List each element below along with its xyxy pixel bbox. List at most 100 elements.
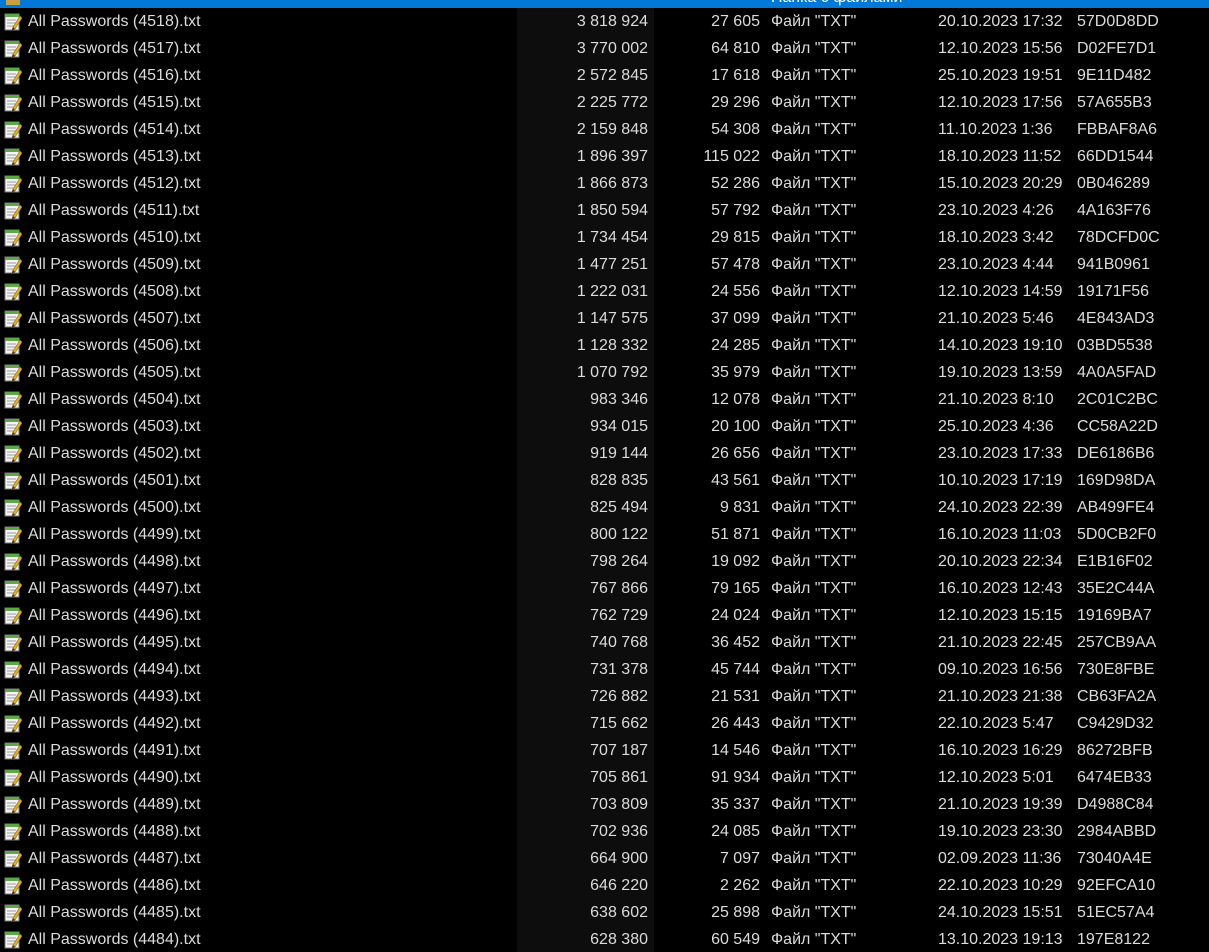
file-type: Файл "TXT" bbox=[771, 121, 857, 138]
file-type: Файл "TXT" bbox=[771, 580, 857, 597]
folder-up-icon bbox=[6, 0, 20, 5]
file-row[interactable]: All Passwords (4492).txt 715 662 26 443 … bbox=[0, 710, 1209, 737]
file-crc: 2984ABBD bbox=[1077, 823, 1157, 840]
file-modified-date: 18.10.2023 3:42 bbox=[938, 229, 1054, 246]
file-row[interactable]: All Passwords (4485).txt 638 602 25 898 … bbox=[0, 899, 1209, 926]
file-type: Файл "TXT" bbox=[771, 13, 857, 30]
file-name: All Passwords (4512).txt bbox=[28, 175, 201, 192]
file-row[interactable]: All Passwords (4498).txt 798 264 19 092 … bbox=[0, 548, 1209, 575]
file-crc: 03BD5538 bbox=[1077, 337, 1153, 354]
file-size: 12 078 bbox=[711, 391, 760, 408]
file-row[interactable]: All Passwords (4508).txt 1 222 031 24 55… bbox=[0, 278, 1209, 305]
file-size: 17 618 bbox=[711, 67, 760, 84]
file-modified-date: 09.10.2023 16:56 bbox=[938, 661, 1063, 678]
file-type: Файл "TXT" bbox=[771, 607, 857, 624]
file-row[interactable]: All Passwords (4517).txt 3 770 002 64 81… bbox=[0, 35, 1209, 62]
file-packed-size: 934 015 bbox=[590, 418, 648, 435]
file-crc: 35E2C44A bbox=[1077, 580, 1155, 597]
file-row[interactable]: All Passwords (4503).txt 934 015 20 100 … bbox=[0, 413, 1209, 440]
file-size: 35 979 bbox=[711, 364, 760, 381]
file-modified-date: 22.10.2023 5:47 bbox=[938, 715, 1054, 732]
file-crc: 197E8122 bbox=[1077, 931, 1150, 948]
file-modified-date: 18.10.2023 11:52 bbox=[938, 148, 1062, 165]
file-row[interactable]: All Passwords (4486).txt 646 220 2 262 Ф… bbox=[0, 872, 1209, 899]
notepad-text-file-icon bbox=[4, 930, 22, 949]
file-row[interactable]: All Passwords (4489).txt 703 809 35 337 … bbox=[0, 791, 1209, 818]
file-row[interactable]: All Passwords (4504).txt 983 346 12 078 … bbox=[0, 386, 1209, 413]
file-packed-size: 825 494 bbox=[590, 499, 648, 516]
file-packed-size: 762 729 bbox=[590, 607, 648, 624]
selected-parent-folder-row[interactable]: Папка с файлами bbox=[0, 0, 1209, 8]
notepad-text-file-icon bbox=[4, 903, 22, 922]
file-crc: 4A0A5FAD bbox=[1077, 364, 1157, 381]
file-row[interactable]: All Passwords (4507).txt 1 147 575 37 09… bbox=[0, 305, 1209, 332]
file-type: Файл "TXT" bbox=[771, 688, 857, 705]
file-row[interactable]: All Passwords (4493).txt 726 882 21 531 … bbox=[0, 683, 1209, 710]
file-row[interactable]: All Passwords (4499).txt 800 122 51 871 … bbox=[0, 521, 1209, 548]
file-row[interactable]: All Passwords (4501).txt 828 835 43 561 … bbox=[0, 467, 1209, 494]
notepad-text-file-icon bbox=[4, 633, 22, 652]
file-size: 60 549 bbox=[711, 931, 760, 948]
file-type: Файл "TXT" bbox=[771, 769, 857, 786]
file-row[interactable]: All Passwords (4512).txt 1 866 873 52 28… bbox=[0, 170, 1209, 197]
file-type: Файл "TXT" bbox=[771, 877, 857, 894]
file-row[interactable]: All Passwords (4488).txt 702 936 24 085 … bbox=[0, 818, 1209, 845]
file-crc: CB63FA2A bbox=[1077, 688, 1157, 705]
notepad-text-file-icon bbox=[4, 66, 22, 85]
file-row[interactable]: All Passwords (4511).txt 1 850 594 57 79… bbox=[0, 197, 1209, 224]
file-size: 24 085 bbox=[711, 823, 760, 840]
file-row[interactable]: All Passwords (4496).txt 762 729 24 024 … bbox=[0, 602, 1209, 629]
file-row[interactable]: All Passwords (4487).txt 664 900 7 097 Ф… bbox=[0, 845, 1209, 872]
file-packed-size: 740 768 bbox=[590, 634, 648, 651]
file-modified-date: 21.10.2023 19:39 bbox=[938, 796, 1063, 813]
notepad-text-file-icon bbox=[4, 120, 22, 139]
file-row[interactable]: All Passwords (4515).txt 2 225 772 29 29… bbox=[0, 89, 1209, 116]
file-modified-date: 24.10.2023 22:39 bbox=[938, 499, 1063, 516]
file-row[interactable]: All Passwords (4500).txt 825 494 9 831 Ф… bbox=[0, 494, 1209, 521]
file-name: All Passwords (4510).txt bbox=[28, 229, 201, 246]
file-packed-size: 1 896 397 bbox=[576, 148, 648, 165]
file-row[interactable]: All Passwords (4502).txt 919 144 26 656 … bbox=[0, 440, 1209, 467]
file-type: Файл "TXT" bbox=[771, 499, 857, 516]
file-type: Файл "TXT" bbox=[771, 94, 857, 111]
file-row[interactable]: All Passwords (4509).txt 1 477 251 57 47… bbox=[0, 251, 1209, 278]
file-name: All Passwords (4501).txt bbox=[28, 472, 201, 489]
file-row[interactable]: All Passwords (4491).txt 707 187 14 546 … bbox=[0, 737, 1209, 764]
file-modified-date: 19.10.2023 13:59 bbox=[938, 364, 1063, 381]
file-row[interactable]: All Passwords (4506).txt 1 128 332 24 28… bbox=[0, 332, 1209, 359]
file-packed-size: 731 378 bbox=[590, 661, 648, 678]
file-size: 24 024 bbox=[711, 607, 760, 624]
file-crc: D02FE7D1 bbox=[1077, 40, 1157, 57]
file-row[interactable]: All Passwords (4484).txt 628 380 60 549 … bbox=[0, 926, 1209, 952]
file-row[interactable]: All Passwords (4518).txt 3 818 924 27 60… bbox=[0, 8, 1209, 35]
file-name: All Passwords (4498).txt bbox=[28, 553, 201, 570]
file-row[interactable]: All Passwords (4510).txt 1 734 454 29 81… bbox=[0, 224, 1209, 251]
file-size: 64 810 bbox=[711, 40, 760, 57]
file-size: 21 531 bbox=[711, 688, 760, 705]
file-size: 51 871 bbox=[711, 526, 760, 543]
file-size: 29 815 bbox=[711, 229, 760, 246]
file-row[interactable]: All Passwords (4516).txt 2 572 845 17 61… bbox=[0, 62, 1209, 89]
file-crc: D4988C84 bbox=[1077, 796, 1154, 813]
file-size: 20 100 bbox=[711, 418, 760, 435]
file-row[interactable]: All Passwords (4495).txt 740 768 36 452 … bbox=[0, 629, 1209, 656]
file-row[interactable]: All Passwords (4494).txt 731 378 45 744 … bbox=[0, 656, 1209, 683]
file-list[interactable]: All Passwords (4518).txt 3 818 924 27 60… bbox=[0, 8, 1209, 952]
file-type: Файл "TXT" bbox=[771, 904, 857, 921]
file-row[interactable]: All Passwords (4505).txt 1 070 792 35 97… bbox=[0, 359, 1209, 386]
file-packed-size: 705 861 bbox=[590, 769, 648, 786]
file-type: Файл "TXT" bbox=[771, 553, 857, 570]
file-name: All Passwords (4507).txt bbox=[28, 310, 201, 327]
file-size: 43 561 bbox=[711, 472, 760, 489]
file-row[interactable]: All Passwords (4514).txt 2 159 848 54 30… bbox=[0, 116, 1209, 143]
selected-row-type: Папка с файлами bbox=[771, 0, 902, 7]
file-row[interactable]: All Passwords (4497).txt 767 866 79 165 … bbox=[0, 575, 1209, 602]
file-name: All Passwords (4506).txt bbox=[28, 337, 201, 354]
file-size: 24 556 bbox=[711, 283, 760, 300]
file-modified-date: 12.10.2023 5:01 bbox=[938, 769, 1054, 786]
file-row[interactable]: All Passwords (4490).txt 705 861 91 934 … bbox=[0, 764, 1209, 791]
file-row[interactable]: All Passwords (4513).txt 1 896 397 115 0… bbox=[0, 143, 1209, 170]
file-size: 9 831 bbox=[719, 499, 760, 516]
file-crc: 78DCFD0C bbox=[1077, 229, 1160, 246]
file-name: All Passwords (4494).txt bbox=[28, 661, 201, 678]
